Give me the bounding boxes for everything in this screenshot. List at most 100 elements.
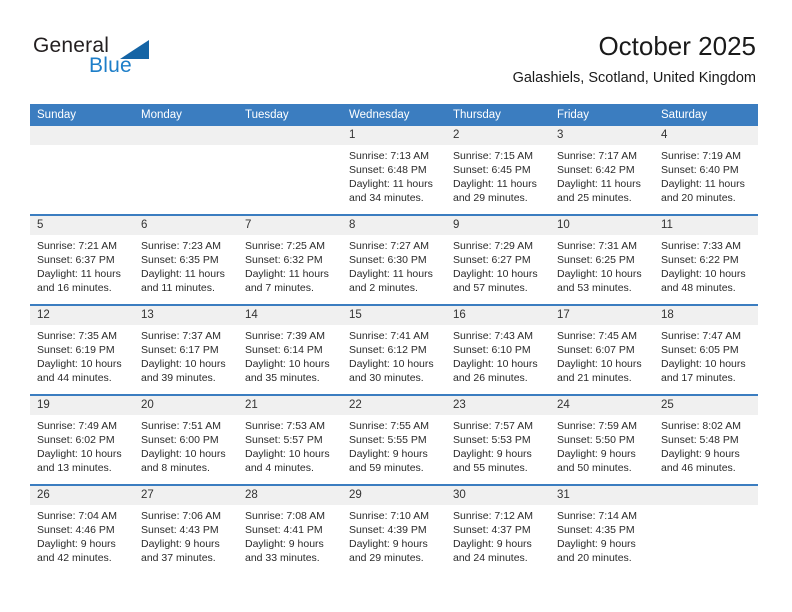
calendar-day-cell[interactable]: 27 Sunrise: 7:06 AM Sunset: 4:43 PM Dayligh…: [134, 484, 238, 574]
sunrise-text: Sunrise: 7:19 AM: [661, 150, 741, 162]
calendar-day-cell[interactable]: 13 Sunrise: 7:37 AM Sunset: 6:17 PM Dayligh…: [134, 304, 238, 395]
daylight-text-line2: and 48 minutes.: [661, 282, 736, 294]
daylight-text-line1: Daylight: 10 hours: [557, 268, 642, 280]
calendar-day-cell[interactable]: 20 Sunrise: 7:51 AM Sunset: 6:00 PM Dayligh…: [134, 394, 238, 485]
day-details: Sunrise: 7:10 AM Sunset: 4:39 PM Daylight:…: [342, 505, 446, 565]
daylight-text-line1: Daylight: 9 hours: [349, 448, 428, 460]
day-number: 3: [550, 126, 654, 145]
calendar-day-cell[interactable]: 29 Sunrise: 7:10 AM Sunset: 4:39 PM Dayligh…: [342, 484, 446, 574]
calendar-day-cell[interactable]: 8 Sunrise: 7:27 AM Sunset: 6:30 PM Daylight…: [342, 214, 446, 305]
day-number: 4: [654, 126, 758, 145]
sunrise-text: Sunrise: 7:21 AM: [37, 240, 117, 252]
day-number: 5: [30, 216, 134, 235]
calendar-day-cell[interactable]: 6 Sunrise: 7:23 AM Sunset: 6:35 PM Daylight…: [134, 214, 238, 305]
sunset-text: Sunset: 5:55 PM: [349, 434, 427, 446]
day-details: Sunrise: 7:49 AM Sunset: 6:02 PM Daylight:…: [30, 415, 134, 475]
calendar-day-cell[interactable]: 21 Sunrise: 7:53 AM Sunset: 5:57 PM Dayligh…: [238, 394, 342, 485]
sunset-text: Sunset: 4:39 PM: [349, 524, 427, 536]
daylight-text-line2: and 24 minutes.: [453, 552, 528, 564]
day-details: Sunrise: 7:41 AM Sunset: 6:12 PM Daylight:…: [342, 325, 446, 385]
day-details: Sunrise: 7:35 AM Sunset: 6:19 PM Daylight:…: [30, 325, 134, 385]
daylight-text-line2: and 44 minutes.: [37, 372, 112, 384]
sunset-text: Sunset: 5:48 PM: [661, 434, 739, 446]
calendar-day-cell[interactable]: 9 Sunrise: 7:29 AM Sunset: 6:27 PM Daylight…: [446, 214, 550, 305]
calendar-day-cell[interactable]: 22 Sunrise: 7:55 AM Sunset: 5:55 PM Dayligh…: [342, 394, 446, 485]
calendar-day-cell[interactable]: 19 Sunrise: 7:49 AM Sunset: 6:02 PM Dayligh…: [30, 394, 134, 485]
day-details: Sunrise: 7:53 AM Sunset: 5:57 PM Daylight:…: [238, 415, 342, 475]
sunrise-text: Sunrise: 7:27 AM: [349, 240, 429, 252]
daylight-text-line1: Daylight: 10 hours: [37, 448, 122, 460]
calendar-body: 1 Sunrise: 7:13 AM Sunset: 6:48 PM Daylight…: [30, 126, 758, 574]
calendar-day-cell[interactable]: 17 Sunrise: 7:45 AM Sunset: 6:07 PM Dayligh…: [550, 304, 654, 395]
calendar-week-row: 26 Sunrise: 7:04 AM Sunset: 4:46 PM Dayligh…: [30, 484, 758, 574]
calendar-day-cell[interactable]: 26 Sunrise: 7:04 AM Sunset: 4:46 PM Dayligh…: [30, 484, 134, 574]
generalblue-logo[interactable]: General Blue: [33, 34, 163, 82]
calendar-day-cell[interactable]: 11 Sunrise: 7:33 AM Sunset: 6:22 PM Dayligh…: [654, 214, 758, 305]
calendar-day-cell[interactable]: 4 Sunrise: 7:19 AM Sunset: 6:40 PM Daylight…: [654, 126, 758, 215]
calendar-day-cell[interactable]: 18 Sunrise: 7:47 AM Sunset: 6:05 PM Dayligh…: [654, 304, 758, 395]
calendar-day-cell[interactable]: 23 Sunrise: 7:57 AM Sunset: 5:53 PM Dayligh…: [446, 394, 550, 485]
sunrise-text: Sunrise: 7:55 AM: [349, 420, 429, 432]
daylight-text-line2: and 34 minutes.: [349, 192, 424, 204]
calendar-day-cell[interactable]: 3 Sunrise: 7:17 AM Sunset: 6:42 PM Daylight…: [550, 126, 654, 215]
calendar-day-cell[interactable]: 28 Sunrise: 7:08 AM Sunset: 4:41 PM Dayligh…: [238, 484, 342, 574]
daylight-text-line2: and 26 minutes.: [453, 372, 528, 384]
day-number: 10: [550, 216, 654, 235]
day-details: Sunrise: 7:13 AM Sunset: 6:48 PM Daylight:…: [342, 145, 446, 205]
sunset-text: Sunset: 6:02 PM: [37, 434, 115, 446]
daylight-text-line1: Daylight: 11 hours: [557, 178, 641, 190]
sunrise-text: Sunrise: 7:45 AM: [557, 330, 637, 342]
sunset-text: Sunset: 6:22 PM: [661, 254, 739, 266]
daylight-text-line2: and 57 minutes.: [453, 282, 528, 294]
sunset-text: Sunset: 6:37 PM: [37, 254, 115, 266]
calendar-day-cell[interactable]: 7 Sunrise: 7:25 AM Sunset: 6:32 PM Daylight…: [238, 214, 342, 305]
calendar-day-cell[interactable]: 12 Sunrise: 7:35 AM Sunset: 6:19 PM Dayligh…: [30, 304, 134, 395]
sunrise-text: Sunrise: 7:57 AM: [453, 420, 533, 432]
weekday-header-sunday: Sunday: [30, 104, 134, 126]
day-details: Sunrise: 7:39 AM Sunset: 6:14 PM Daylight:…: [238, 325, 342, 385]
sunrise-text: Sunrise: 7:43 AM: [453, 330, 533, 342]
calendar-day-cell[interactable]: 1 Sunrise: 7:13 AM Sunset: 6:48 PM Daylight…: [342, 126, 446, 215]
calendar-day-cell[interactable]: 16 Sunrise: 7:43 AM Sunset: 6:10 PM Dayligh…: [446, 304, 550, 395]
sunset-text: Sunset: 6:17 PM: [141, 344, 219, 356]
calendar-day-cell[interactable]: 5 Sunrise: 7:21 AM Sunset: 6:37 PM Daylight…: [30, 214, 134, 305]
calendar-day-cell[interactable]: 15 Sunrise: 7:41 AM Sunset: 6:12 PM Dayligh…: [342, 304, 446, 395]
calendar-day-cell[interactable]: 2 Sunrise: 7:15 AM Sunset: 6:45 PM Daylight…: [446, 126, 550, 215]
calendar-day-cell[interactable]: 24 Sunrise: 7:59 AM Sunset: 5:50 PM Dayligh…: [550, 394, 654, 485]
daylight-text-line1: Daylight: 9 hours: [141, 538, 220, 550]
day-details: Sunrise: 7:43 AM Sunset: 6:10 PM Daylight:…: [446, 325, 550, 385]
daylight-text-line1: Daylight: 10 hours: [141, 448, 226, 460]
daylight-text-line2: and 4 minutes.: [245, 462, 314, 474]
day-details: Sunrise: 7:14 AM Sunset: 4:35 PM Daylight:…: [550, 505, 654, 565]
daylight-text-line2: and 29 minutes.: [349, 552, 424, 564]
calendar-day-cell[interactable]: 14 Sunrise: 7:39 AM Sunset: 6:14 PM Dayligh…: [238, 304, 342, 395]
sunrise-text: Sunrise: 7:15 AM: [453, 150, 533, 162]
daylight-text-line2: and 7 minutes.: [245, 282, 314, 294]
calendar-day-cell[interactable]: 10 Sunrise: 7:31 AM Sunset: 6:25 PM Dayligh…: [550, 214, 654, 305]
daylight-text-line2: and 53 minutes.: [557, 282, 632, 294]
daylight-text-line2: and 2 minutes.: [349, 282, 418, 294]
day-details: Sunrise: 7:04 AM Sunset: 4:46 PM Daylight:…: [30, 505, 134, 565]
sunset-text: Sunset: 6:40 PM: [661, 164, 739, 176]
weekday-header-tuesday: Tuesday: [238, 104, 342, 126]
day-details: Sunrise: 7:06 AM Sunset: 4:43 PM Daylight:…: [134, 505, 238, 565]
sunrise-text: Sunrise: 7:08 AM: [245, 510, 325, 522]
daylight-text-line2: and 42 minutes.: [37, 552, 112, 564]
day-number: 6: [134, 216, 238, 235]
day-number: 16: [446, 306, 550, 325]
daylight-text-line2: and 46 minutes.: [661, 462, 736, 474]
calendar-day-cell[interactable]: 30 Sunrise: 7:12 AM Sunset: 4:37 PM Dayligh…: [446, 484, 550, 574]
daylight-text-line2: and 20 minutes.: [661, 192, 736, 204]
calendar-day-cell[interactable]: 31 Sunrise: 7:14 AM Sunset: 4:35 PM Dayligh…: [550, 484, 654, 574]
day-details: Sunrise: 7:51 AM Sunset: 6:00 PM Daylight:…: [134, 415, 238, 475]
daylight-text-line1: Daylight: 10 hours: [661, 358, 746, 370]
sunset-text: Sunset: 5:53 PM: [453, 434, 531, 446]
sunrise-text: Sunrise: 7:51 AM: [141, 420, 221, 432]
calendar-day-cell[interactable]: 25 Sunrise: 8:02 AM Sunset: 5:48 PM Dayligh…: [654, 394, 758, 485]
day-number: 12: [30, 306, 134, 325]
sunrise-text: Sunrise: 7:06 AM: [141, 510, 221, 522]
day-details: Sunrise: 7:29 AM Sunset: 6:27 PM Daylight:…: [446, 235, 550, 295]
sunrise-text: Sunrise: 7:12 AM: [453, 510, 533, 522]
page-header: General Blue October 2025 Galashiels, Sc…: [0, 0, 792, 100]
day-number: [238, 126, 342, 145]
